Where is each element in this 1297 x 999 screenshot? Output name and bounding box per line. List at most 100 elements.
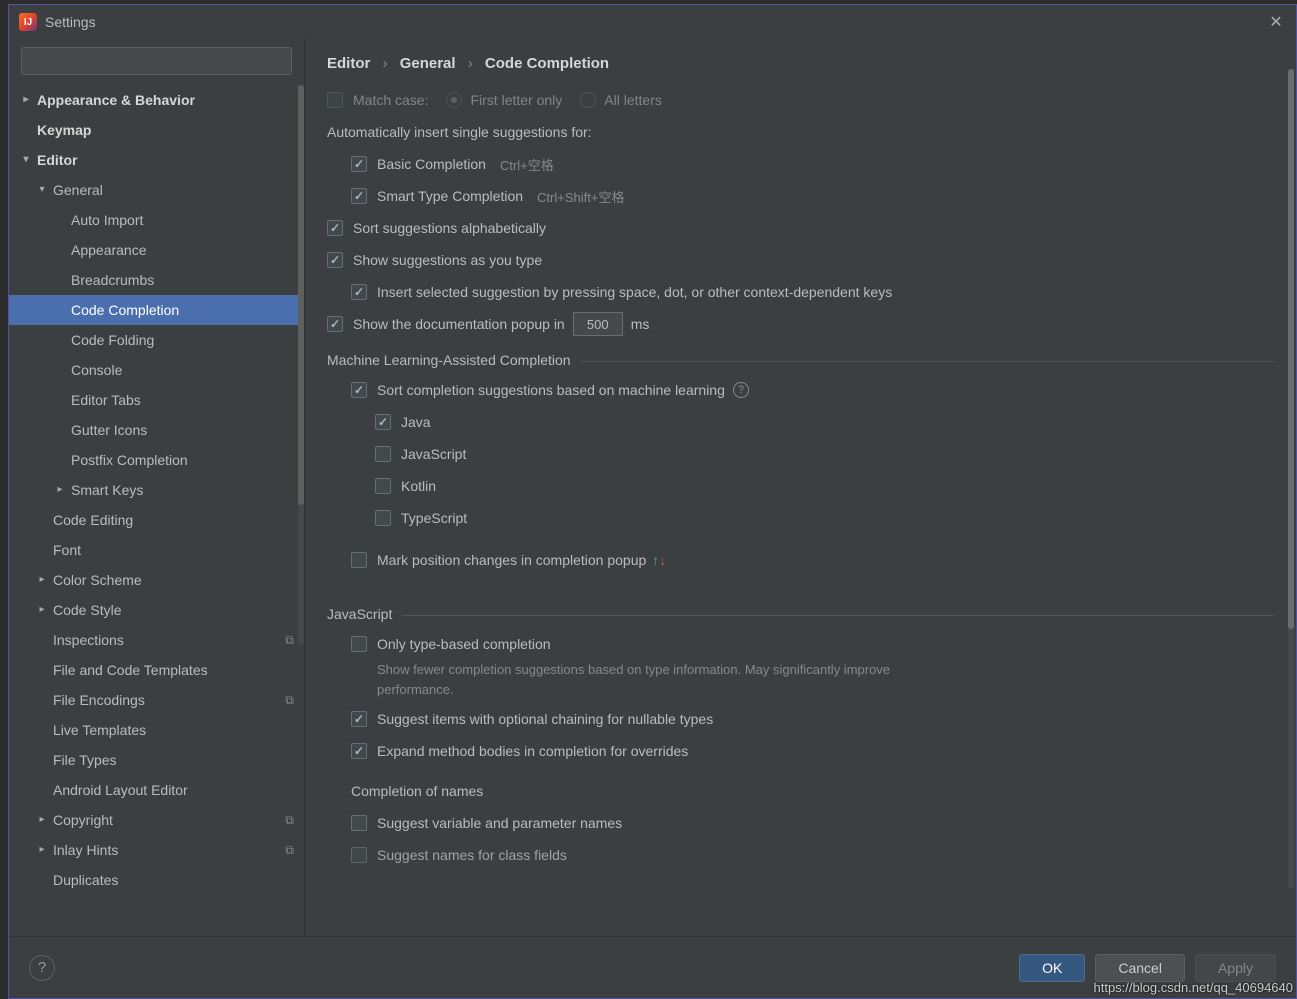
- tree-scrollbar-thumb[interactable]: [298, 85, 304, 505]
- tree-item-breadcrumbs[interactable]: Breadcrumbs: [9, 265, 304, 295]
- tree-item-label: Android Layout Editor: [53, 775, 188, 805]
- arrow-up-icon: ↑: [652, 552, 659, 568]
- tree-item-editor[interactable]: ▾Editor: [9, 145, 304, 175]
- close-icon[interactable]: ✕: [1266, 12, 1286, 32]
- window-title: Settings: [45, 14, 96, 30]
- tree-item-android-layout-editor[interactable]: Android Layout Editor: [9, 775, 304, 805]
- tree-item-console[interactable]: Console: [9, 355, 304, 385]
- js-section-header: JavaScript: [327, 606, 392, 622]
- tree-item-keymap[interactable]: Keymap: [9, 115, 304, 145]
- tree-item-label: Inlay Hints: [53, 835, 118, 865]
- chevron-icon: ▸: [35, 835, 49, 865]
- suggest-chain-checkbox[interactable]: [351, 711, 367, 727]
- tree-item-editor-tabs[interactable]: Editor Tabs: [9, 385, 304, 415]
- chevron-icon: ▸: [35, 595, 49, 625]
- typescript-checkbox[interactable]: [375, 510, 391, 526]
- content-area: Match case: First letter only All letter…: [305, 84, 1296, 936]
- show-type-label: Show suggestions as you type: [353, 252, 542, 268]
- doc-popup-checkbox[interactable]: [327, 316, 343, 332]
- sort-alpha-checkbox[interactable]: [327, 220, 343, 236]
- tree-item-code-folding[interactable]: Code Folding: [9, 325, 304, 355]
- suggest-var-checkbox[interactable]: [351, 815, 367, 831]
- tree-item-label: Code Style: [53, 595, 121, 625]
- java-label: Java: [401, 414, 431, 430]
- chevron-icon: ▸: [53, 475, 67, 505]
- all-letters-radio[interactable]: [580, 92, 596, 108]
- doc-popup-input[interactable]: [573, 312, 623, 336]
- only-type-checkbox[interactable]: [351, 636, 367, 652]
- mark-pos-label: Mark position changes in completion popu…: [377, 552, 646, 568]
- smart-completion-label: Smart Type Completion: [377, 188, 523, 204]
- mark-pos-checkbox[interactable]: [351, 552, 367, 568]
- tree-item-label: Console: [71, 355, 122, 385]
- help-button[interactable]: ?: [29, 955, 55, 981]
- tree-item-font[interactable]: Font: [9, 535, 304, 565]
- divider: [402, 615, 1274, 616]
- suggest-var-label: Suggest variable and parameter names: [377, 815, 622, 831]
- chevron-right-icon: ›: [383, 55, 388, 72]
- tree-item-auto-import[interactable]: Auto Import: [9, 205, 304, 235]
- insert-key-checkbox[interactable]: [351, 284, 367, 300]
- tree-item-code-style[interactable]: ▸Code Style: [9, 595, 304, 625]
- tree-item-general[interactable]: ▾General: [9, 175, 304, 205]
- tree-item-file-types[interactable]: File Types: [9, 745, 304, 775]
- tree-item-label: Auto Import: [71, 205, 143, 235]
- tree-item-code-editing[interactable]: Code Editing: [9, 505, 304, 535]
- tree-item-label: General: [53, 175, 103, 205]
- doc-popup-label-pre: Show the documentation popup in: [353, 316, 565, 332]
- cancel-button[interactable]: Cancel: [1095, 954, 1185, 982]
- tree-item-appearance[interactable]: Appearance: [9, 235, 304, 265]
- doc-popup-label-post: ms: [631, 316, 650, 332]
- tree-item-postfix-completion[interactable]: Postfix Completion: [9, 445, 304, 475]
- chevron-icon: ▸: [19, 85, 33, 115]
- breadcrumb-general[interactable]: General: [400, 55, 456, 72]
- show-type-checkbox[interactable]: [327, 252, 343, 268]
- ml-sort-checkbox[interactable]: [351, 382, 367, 398]
- tree-item-code-completion[interactable]: Code Completion: [9, 295, 304, 325]
- titlebar: IJ Settings ✕: [9, 5, 1296, 39]
- tree-item-label: Code Folding: [71, 325, 154, 355]
- kotlin-checkbox[interactable]: [375, 478, 391, 494]
- tree-item-label: Postfix Completion: [71, 445, 188, 475]
- chevron-right-icon: ›: [468, 55, 473, 72]
- kotlin-label: Kotlin: [401, 478, 436, 494]
- help-icon[interactable]: ?: [733, 382, 749, 398]
- tree-item-appearance-behavior[interactable]: ▸Appearance & Behavior: [9, 85, 304, 115]
- suggest-class-checkbox[interactable]: [351, 847, 367, 863]
- smart-completion-checkbox[interactable]: [351, 188, 367, 204]
- tree-item-copyright[interactable]: ▸Copyright⧉: [9, 805, 304, 835]
- tree-item-inspections[interactable]: Inspections⧉: [9, 625, 304, 655]
- tree-item-gutter-icons[interactable]: Gutter Icons: [9, 415, 304, 445]
- auto-insert-header: Automatically insert single suggestions …: [327, 124, 592, 140]
- tree-item-file-encodings[interactable]: File Encodings⧉: [9, 685, 304, 715]
- completion-names-header: Completion of names: [351, 783, 483, 799]
- basic-completion-checkbox[interactable]: [351, 156, 367, 172]
- scope-icon: ⧉: [285, 805, 294, 835]
- main-scrollbar-thumb[interactable]: [1288, 69, 1294, 629]
- first-letter-radio[interactable]: [446, 92, 462, 108]
- expand-method-label: Expand method bodies in completion for o…: [377, 743, 688, 759]
- smart-completion-shortcut: Ctrl+Shift+空格: [537, 187, 624, 206]
- breadcrumb-editor[interactable]: Editor: [327, 55, 370, 72]
- tree-item-label: Code Completion: [71, 295, 179, 325]
- sort-alpha-label: Sort suggestions alphabetically: [353, 220, 546, 236]
- only-type-label: Only type-based completion: [377, 636, 551, 652]
- search-input[interactable]: [21, 47, 292, 75]
- tree-item-label: Copyright: [53, 805, 113, 835]
- tree-item-duplicates[interactable]: Duplicates: [9, 865, 304, 895]
- expand-method-checkbox[interactable]: [351, 743, 367, 759]
- match-case-checkbox[interactable]: [327, 92, 343, 108]
- suggest-chain-label: Suggest items with optional chaining for…: [377, 711, 713, 727]
- tree-item-live-templates[interactable]: Live Templates: [9, 715, 304, 745]
- tree-item-inlay-hints[interactable]: ▸Inlay Hints⧉: [9, 835, 304, 865]
- chevron-icon: ▾: [19, 145, 33, 175]
- breadcrumb-current: Code Completion: [485, 55, 609, 72]
- tree-item-color-scheme[interactable]: ▸Color Scheme: [9, 565, 304, 595]
- java-checkbox[interactable]: [375, 414, 391, 430]
- tree-item-file-and-code-templates[interactable]: File and Code Templates: [9, 655, 304, 685]
- ok-button[interactable]: OK: [1019, 954, 1085, 982]
- javascript-label: JavaScript: [401, 446, 466, 462]
- apply-button[interactable]: Apply: [1195, 954, 1276, 982]
- tree-item-smart-keys[interactable]: ▸Smart Keys: [9, 475, 304, 505]
- javascript-checkbox[interactable]: [375, 446, 391, 462]
